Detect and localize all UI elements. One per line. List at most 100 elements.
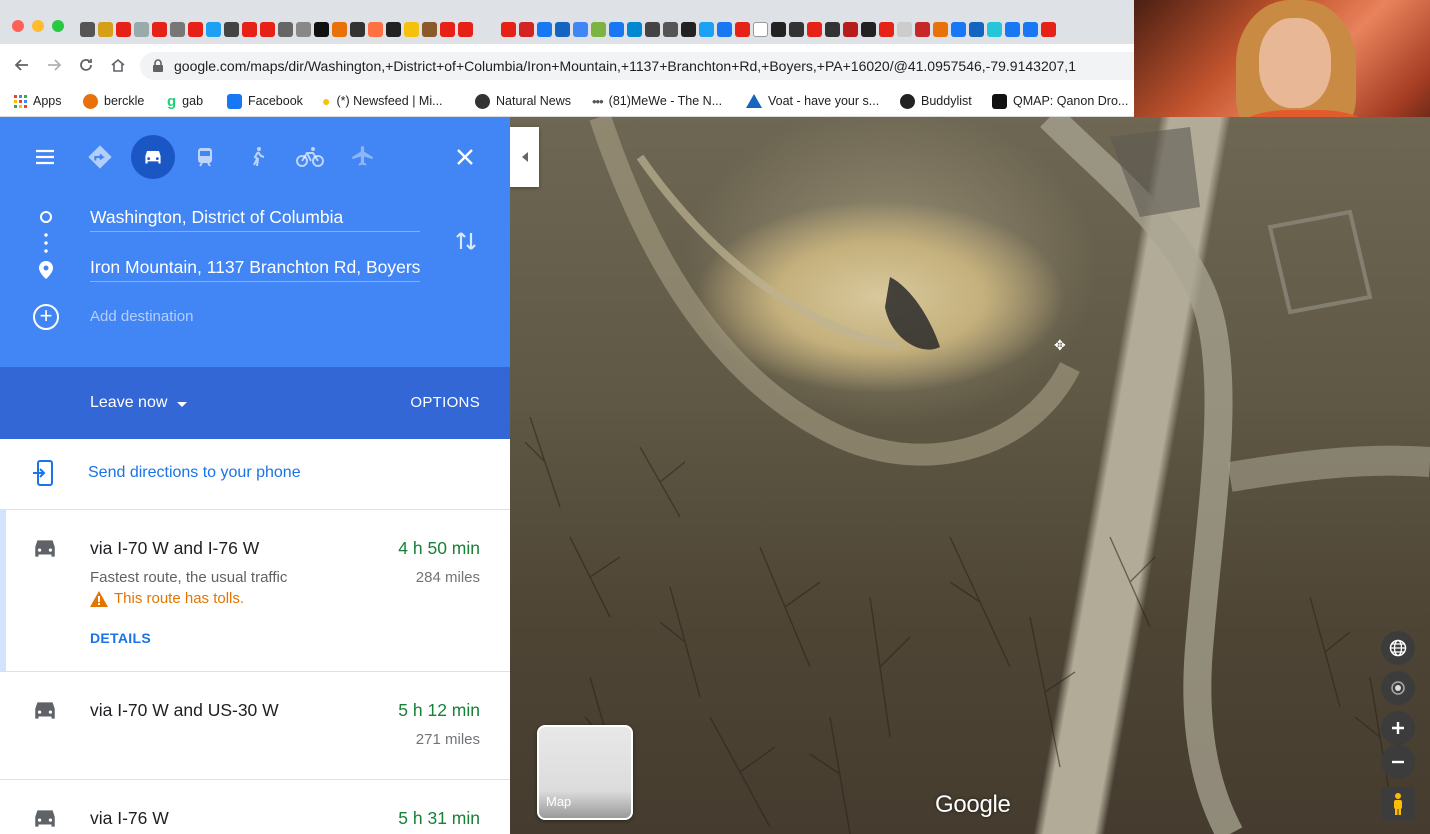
bookmark-buddylist[interactable]: Buddylist <box>900 92 972 110</box>
tab-favicon[interactable] <box>897 22 912 37</box>
tab-favicon[interactable] <box>224 22 239 37</box>
tab-favicon[interactable] <box>537 22 552 37</box>
route-option-3[interactable]: via I-76 W 5 h 31 min <box>0 779 510 834</box>
tab-favicon[interactable] <box>404 22 419 37</box>
options-button[interactable]: OPTIONS <box>410 394 480 411</box>
add-destination-icon[interactable]: + <box>33 304 59 330</box>
tab-favicon[interactable] <box>134 22 149 37</box>
tab-favicon[interactable] <box>915 22 930 37</box>
tab-favicon[interactable] <box>296 22 311 37</box>
mode-cycling-button[interactable] <box>290 137 330 177</box>
bookmark-voat[interactable]: Voat - have your s... <box>746 92 879 110</box>
tab-favicon[interactable] <box>735 22 750 37</box>
tab-favicon[interactable] <box>278 22 293 37</box>
satellite-map[interactable]: ✥ Map Google <box>510 117 1430 834</box>
tab-favicon[interactable] <box>386 22 401 37</box>
tab-favicon[interactable] <box>501 22 516 37</box>
forward-button[interactable] <box>41 52 67 78</box>
bookmark-natural-news[interactable]: Natural News <box>475 92 571 110</box>
tab-favicon[interactable] <box>843 22 858 37</box>
tab-favicon[interactable] <box>152 22 167 37</box>
bookmark-mewe[interactable]: ••• (81)MeWe - The N... <box>592 92 722 110</box>
tab-favicon[interactable] <box>951 22 966 37</box>
globe-view-button[interactable] <box>1381 631 1415 665</box>
destination-input[interactable]: Iron Mountain, 1137 Branchton Rd, Boyers… <box>90 257 420 282</box>
tab-favicon[interactable] <box>206 22 221 37</box>
tab-favicon[interactable] <box>1005 22 1020 37</box>
tab-favicon[interactable] <box>645 22 660 37</box>
mode-driving-button[interactable] <box>131 135 175 179</box>
tab-favicon[interactable] <box>350 22 365 37</box>
tab-favicon[interactable] <box>98 22 113 37</box>
tab-favicon[interactable] <box>188 22 203 37</box>
tab-favicon[interactable] <box>807 22 822 37</box>
tab-favicon[interactable] <box>609 22 624 37</box>
menu-button[interactable] <box>25 137 65 177</box>
tab-favicon[interactable] <box>1041 22 1056 37</box>
mode-walking-button[interactable] <box>238 137 278 177</box>
bookmark-gab[interactable]: g gab <box>167 92 203 110</box>
tab-favicon[interactable] <box>771 22 786 37</box>
tab-favicon[interactable] <box>519 22 534 37</box>
tab-favicon[interactable] <box>861 22 876 37</box>
route-option-1[interactable]: via I-70 W and I-76 W 4 h 50 min Fastest… <box>0 509 510 672</box>
mode-best-button[interactable] <box>80 137 120 177</box>
tab-favicon[interactable] <box>314 22 329 37</box>
my-location-button[interactable] <box>1381 671 1415 705</box>
address-bar[interactable]: google.com/maps/dir/Washington,+District… <box>140 52 1134 80</box>
tab-favicon[interactable] <box>332 22 347 37</box>
tab-favicon[interactable] <box>116 22 131 37</box>
mode-flights-button[interactable] <box>343 137 383 177</box>
zoom-window-button[interactable] <box>52 20 64 32</box>
tab-favicon[interactable] <box>987 22 1002 37</box>
tab-favicon[interactable] <box>458 22 473 37</box>
tab-favicon[interactable] <box>681 22 696 37</box>
tab-favicon[interactable] <box>422 22 437 37</box>
bookmark-newsfeed[interactable]: ● (*) Newsfeed | Mi... <box>322 92 443 110</box>
swap-button[interactable] <box>452 227 480 255</box>
tab-favicon[interactable] <box>573 22 588 37</box>
add-destination-input[interactable]: Add destination <box>90 308 193 325</box>
zoom-out-button[interactable] <box>1381 745 1415 779</box>
tab-favicon[interactable] <box>627 22 642 37</box>
directions-header: Washington, District of Columbia Iron Mo… <box>0 117 510 367</box>
reload-button[interactable] <box>73 52 99 78</box>
tab-favicon[interactable] <box>368 22 383 37</box>
bookmark-facebook[interactable]: Facebook <box>227 92 303 110</box>
bookmark-apps[interactable]: Apps <box>14 92 62 110</box>
mode-transit-button[interactable] <box>185 137 225 177</box>
tab-favicon[interactable] <box>591 22 606 37</box>
close-window-button[interactable] <box>12 20 24 32</box>
tab-favicon[interactable] <box>789 22 804 37</box>
map-layer-toggle[interactable]: Map <box>537 725 633 820</box>
tab-favicon[interactable] <box>933 22 948 37</box>
details-button[interactable]: DETAILS <box>90 630 151 646</box>
tab-favicon[interactable] <box>879 22 894 37</box>
tab-favicon[interactable] <box>969 22 984 37</box>
send-to-phone-row[interactable]: Send directions to your phone <box>0 439 510 509</box>
tab-favicon[interactable] <box>825 22 840 37</box>
bookmark-berckle[interactable]: berckle <box>83 92 144 110</box>
tab-favicon[interactable] <box>80 22 95 37</box>
origin-input[interactable]: Washington, District of Columbia <box>90 207 420 232</box>
street-view-pegman-button[interactable] <box>1381 787 1415 821</box>
leave-now-dropdown[interactable]: Leave now <box>90 394 188 412</box>
tab-favicon[interactable] <box>440 22 455 37</box>
tab-favicon[interactable] <box>555 22 570 37</box>
home-button[interactable] <box>105 52 131 78</box>
tab-favicon[interactable] <box>170 22 185 37</box>
close-directions-button[interactable] <box>445 137 485 177</box>
zoom-in-button[interactable] <box>1381 711 1415 745</box>
tab-favicon[interactable] <box>699 22 714 37</box>
bookmark-qmap[interactable]: QMAP: Qanon Dro... <box>992 92 1128 110</box>
tab-favicon[interactable] <box>1023 22 1038 37</box>
collapse-panel-button[interactable] <box>510 127 539 187</box>
tab-favicon[interactable] <box>717 22 732 37</box>
tab-favicon[interactable] <box>663 22 678 37</box>
minimize-window-button[interactable] <box>32 20 44 32</box>
back-button[interactable] <box>9 52 35 78</box>
tab-favicon[interactable] <box>242 22 257 37</box>
tab-favicon[interactable] <box>260 22 275 37</box>
tab-favicon[interactable] <box>753 22 768 37</box>
route-option-2[interactable]: via I-70 W and US-30 W 5 h 12 min 271 mi… <box>0 671 510 779</box>
